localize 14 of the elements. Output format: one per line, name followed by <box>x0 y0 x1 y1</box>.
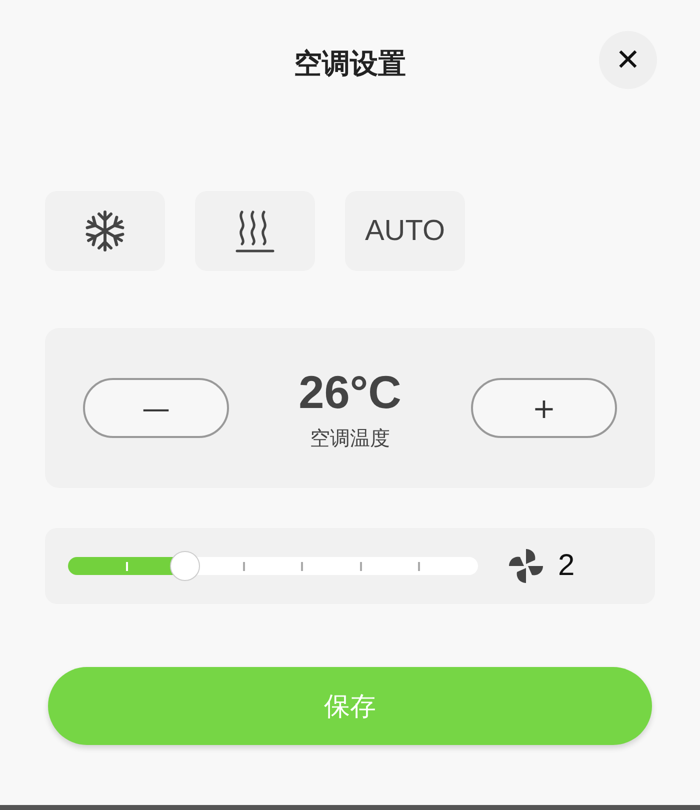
heat-mode-button[interactable] <box>195 191 315 271</box>
increase-button[interactable]: + <box>471 378 617 438</box>
auto-mode-button[interactable]: AUTO <box>345 191 465 271</box>
heat-waves-icon <box>235 209 275 253</box>
fan-speed-reading: 2 <box>558 549 575 583</box>
slider-thumb[interactable] <box>170 551 200 581</box>
snowflake-icon <box>84 210 126 252</box>
decrease-button[interactable]: — <box>83 378 229 438</box>
temperature-label: 空调温度 <box>310 424 390 452</box>
close-button[interactable]: ✕ <box>599 31 657 89</box>
dialog-title: 空调设置 <box>294 46 406 82</box>
cool-mode-button[interactable] <box>45 191 165 271</box>
temperature-value: 26°C <box>298 364 402 418</box>
fan-icon <box>508 548 544 584</box>
